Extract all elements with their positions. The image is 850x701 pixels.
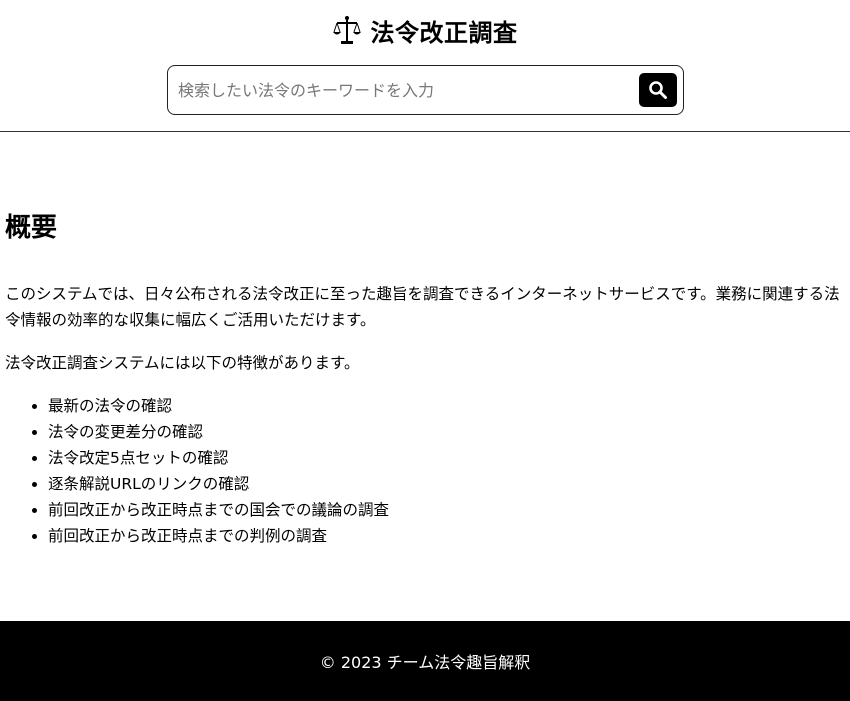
features-list: 最新の法令の確認 法令の変更差分の確認 法令改定5点セットの確認 逐条解説URL… xyxy=(5,393,389,549)
features-intro: 法令改正調査システムには以下の特徴があります。 xyxy=(5,354,360,372)
intro-paragraph: このシステムでは、日々公布される法令改正に至った趣旨を調査できるインターネットサ… xyxy=(5,285,840,329)
list-item: 前回改正から改正時点までの判例の調査 xyxy=(48,523,389,549)
section-title: 概要 xyxy=(5,213,58,243)
copyright-text: © 2023 チーム法令趣旨解釈 xyxy=(319,653,531,672)
title-row: 法令改正調査 xyxy=(0,10,850,50)
list-item: 最新の法令の確認 xyxy=(48,393,389,419)
search-box xyxy=(167,65,684,115)
search-icon xyxy=(649,81,667,99)
site-title: 法令改正調査 xyxy=(370,18,518,47)
list-item: 法令の変更差分の確認 xyxy=(48,419,389,445)
page: 法令改正調査 概要 このシステムでは、日々公布される法令改正に至った趣旨を調査で… xyxy=(0,0,850,701)
list-item: 前回改正から改正時点までの国会での議論の調査 xyxy=(48,497,389,523)
list-item: 法令改定5点セットの確認 xyxy=(48,445,389,471)
site-footer: © 2023 チーム法令趣旨解釈 xyxy=(0,621,850,701)
list-item: 逐条解説URLのリンクの確認 xyxy=(48,471,389,497)
search-input[interactable] xyxy=(178,75,628,105)
site-header: 法令改正調査 xyxy=(0,0,850,132)
search-button[interactable] xyxy=(639,73,677,107)
scales-of-justice-icon xyxy=(332,15,361,45)
